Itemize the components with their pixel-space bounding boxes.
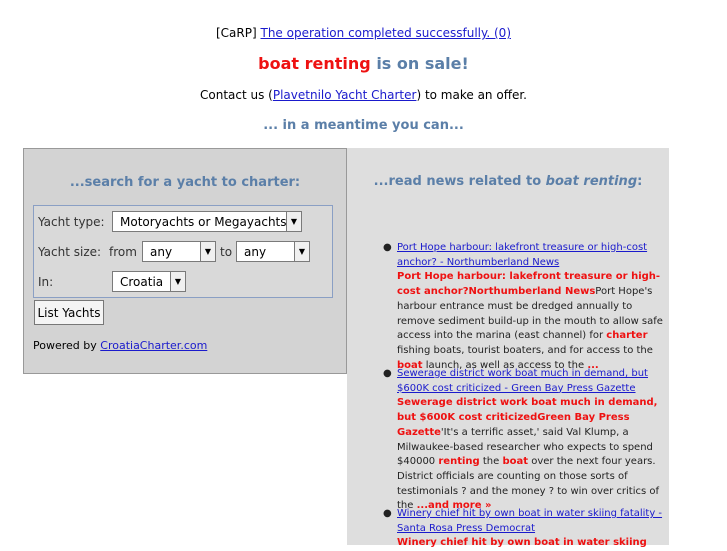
- news-headline: Winery chief hit by own boat in water sk…: [397, 537, 647, 549]
- yacht-size-label: Yacht size:: [38, 245, 102, 259]
- chevron-down-icon: ▼: [286, 212, 301, 231]
- from-label: from: [109, 245, 137, 259]
- size-to-value: any: [244, 245, 267, 259]
- news-topic: boat renting: [545, 174, 638, 189]
- yacht-type-select[interactable]: Motoryachts or Megayachts ▼: [112, 211, 302, 232]
- size-from-select[interactable]: any ▼: [142, 241, 216, 262]
- contact-line: Contact us (Plavetnilo Yacht Charter) to…: [0, 88, 727, 102]
- powered-prefix: Powered by: [33, 339, 101, 352]
- contact-prefix: Contact us (: [200, 88, 273, 102]
- news-keyword: renting: [438, 456, 480, 468]
- bullet-icon: ●: [383, 242, 392, 253]
- news-item: ● Sewerage district work boat much in de…: [383, 368, 660, 512]
- headline-keyword: boat renting: [258, 54, 371, 73]
- news-link[interactable]: Port Hope harbour: lakefront treasure or…: [397, 242, 647, 268]
- status-link[interactable]: The operation completed successfully. (0…: [261, 26, 512, 40]
- to-label: to: [220, 245, 233, 259]
- size-from-value: any: [150, 245, 173, 259]
- news-panel: ...read news related to boat renting: ● …: [347, 148, 669, 548]
- contact-suffix: ) to make an offer.: [416, 88, 527, 102]
- yacht-search-panel: ...search for a yacht to charter: Yacht …: [23, 148, 347, 374]
- search-panel-title: ...search for a yacht to charter:: [69, 175, 301, 190]
- news-item: ● Port Hope harbour: lakefront treasure …: [383, 242, 663, 371]
- carp-prefix: [CaRP]: [216, 26, 257, 40]
- yacht-type-value: Motoryachts or Megayachts: [120, 215, 287, 229]
- chevron-down-icon: ▼: [170, 272, 185, 291]
- yacht-type-label: Yacht type:: [38, 215, 105, 229]
- page-headline: boat renting is on sale!: [0, 54, 727, 73]
- contact-link[interactable]: Plavetnilo Yacht Charter: [273, 88, 417, 102]
- location-select[interactable]: Croatia ▼: [112, 271, 186, 292]
- news-item: ● Winery chief hit by own boat in water …: [383, 507, 663, 551]
- chevron-down-icon: ▼: [294, 242, 309, 261]
- headline-sale-text: is on sale!: [370, 54, 469, 73]
- yacht-search-form: Yacht type: Motoryachts or Megayachts ▼ …: [33, 205, 333, 298]
- chevron-down-icon: ▼: [200, 242, 215, 261]
- news-keyword: charter: [606, 330, 648, 342]
- news-panel-title: ...read news related to boat renting:: [373, 174, 643, 189]
- list-yachts-button[interactable]: List Yachts: [34, 300, 104, 325]
- powered-by: Powered by CroatiaCharter.com: [33, 339, 207, 352]
- location-value: Croatia: [120, 275, 164, 289]
- size-to-select[interactable]: any ▼: [236, 241, 310, 262]
- status-message: [CaRP] The operation completed successfu…: [0, 26, 727, 40]
- location-label: In:: [38, 275, 54, 289]
- bullet-icon: ●: [383, 368, 392, 379]
- meantime-heading: ... in a meantime you can...: [263, 118, 464, 133]
- news-link[interactable]: Sewerage district work boat much in dema…: [397, 368, 648, 394]
- bullet-icon: ●: [383, 508, 392, 519]
- powered-link[interactable]: CroatiaCharter.com: [100, 339, 207, 352]
- news-keyword: boat: [502, 456, 529, 468]
- news-link[interactable]: Winery chief hit by own boat in water sk…: [397, 508, 662, 534]
